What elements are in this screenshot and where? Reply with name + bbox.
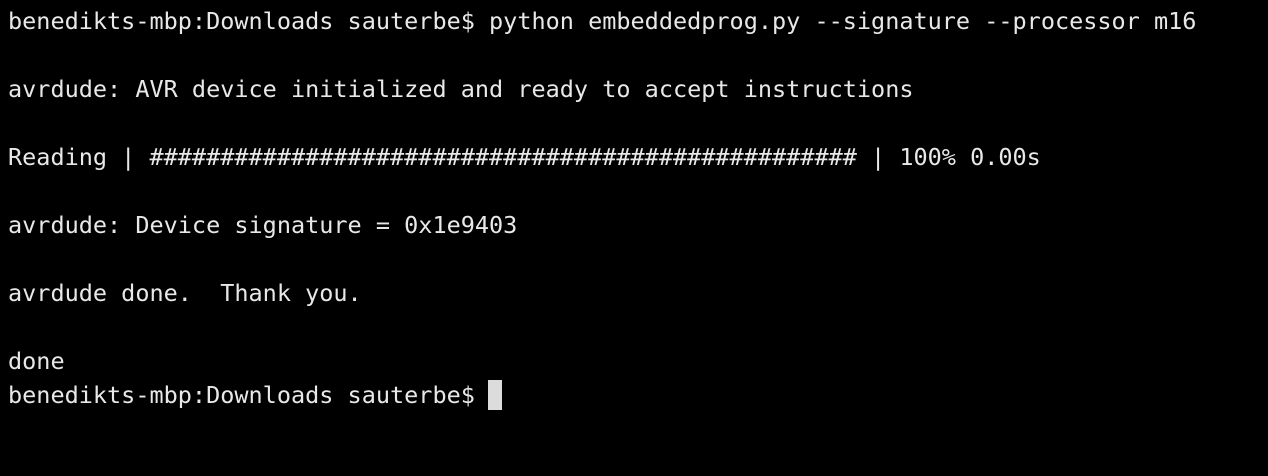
output-line-device-initialized: avrdude: AVR device initialized and read… xyxy=(8,75,914,103)
output-line-device-signature: avrdude: Device signature = 0x1e9403 xyxy=(8,211,518,239)
output-line-reading-progress: Reading | ##############################… xyxy=(8,143,1041,171)
output-line-done: done xyxy=(8,347,65,375)
text-cursor xyxy=(487,380,502,410)
command-line: benedikts-mbp:Downloads sauterbe$ python… xyxy=(8,7,1197,35)
shell-prompt: benedikts-mbp:Downloads sauterbe$ xyxy=(8,381,475,409)
prompt-line[interactable]: benedikts-mbp:Downloads sauterbe$ xyxy=(8,378,1268,412)
output-line-avrdude-done: avrdude done. Thank you. xyxy=(8,279,362,307)
terminal-window[interactable]: benedikts-mbp:Downloads sauterbe$ python… xyxy=(0,0,1268,476)
